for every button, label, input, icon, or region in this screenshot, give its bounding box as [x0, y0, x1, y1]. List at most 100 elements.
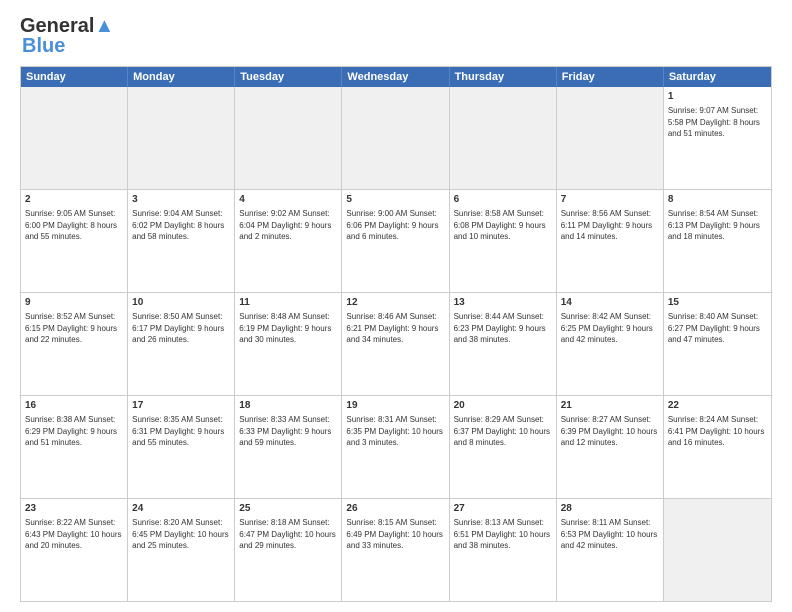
day-info: Sunrise: 8:15 AM Sunset: 6:49 PM Dayligh… — [346, 517, 444, 552]
day-number: 12 — [346, 296, 444, 310]
day-info: Sunrise: 8:38 AM Sunset: 6:29 PM Dayligh… — [25, 414, 123, 449]
calendar-row: 23Sunrise: 8:22 AM Sunset: 6:43 PM Dayli… — [21, 498, 771, 601]
day-info: Sunrise: 8:27 AM Sunset: 6:39 PM Dayligh… — [561, 414, 659, 449]
cal-header-day: Friday — [557, 67, 664, 87]
calendar-cell: 11Sunrise: 8:48 AM Sunset: 6:19 PM Dayli… — [235, 293, 342, 395]
cal-header-day: Saturday — [664, 67, 771, 87]
calendar-cell: 10Sunrise: 8:50 AM Sunset: 6:17 PM Dayli… — [128, 293, 235, 395]
calendar-cell: 17Sunrise: 8:35 AM Sunset: 6:31 PM Dayli… — [128, 396, 235, 498]
day-number: 11 — [239, 296, 337, 310]
calendar-cell: 20Sunrise: 8:29 AM Sunset: 6:37 PM Dayli… — [450, 396, 557, 498]
day-info: Sunrise: 8:11 AM Sunset: 6:53 PM Dayligh… — [561, 517, 659, 552]
day-number: 7 — [561, 193, 659, 207]
day-info: Sunrise: 8:29 AM Sunset: 6:37 PM Dayligh… — [454, 414, 552, 449]
cal-header-day: Sunday — [21, 67, 128, 87]
calendar-row: 9Sunrise: 8:52 AM Sunset: 6:15 PM Daylig… — [21, 292, 771, 395]
calendar: SundayMondayTuesdayWednesdayThursdayFrid… — [20, 66, 772, 602]
calendar-row: 16Sunrise: 8:38 AM Sunset: 6:29 PM Dayli… — [21, 395, 771, 498]
calendar-header: SundayMondayTuesdayWednesdayThursdayFrid… — [21, 67, 771, 87]
logo-blue: Blue — [22, 36, 65, 56]
header: General▲ Blue — [20, 16, 772, 56]
calendar-cell: 15Sunrise: 8:40 AM Sunset: 6:27 PM Dayli… — [664, 293, 771, 395]
day-info: Sunrise: 8:54 AM Sunset: 6:13 PM Dayligh… — [668, 208, 767, 243]
calendar-cell — [21, 87, 128, 189]
day-info: Sunrise: 8:24 AM Sunset: 6:41 PM Dayligh… — [668, 414, 767, 449]
calendar-cell: 19Sunrise: 8:31 AM Sunset: 6:35 PM Dayli… — [342, 396, 449, 498]
day-number: 4 — [239, 193, 337, 207]
calendar-cell: 8Sunrise: 8:54 AM Sunset: 6:13 PM Daylig… — [664, 190, 771, 292]
cal-header-day: Tuesday — [235, 67, 342, 87]
calendar-cell: 26Sunrise: 8:15 AM Sunset: 6:49 PM Dayli… — [342, 499, 449, 601]
day-info: Sunrise: 9:05 AM Sunset: 6:00 PM Dayligh… — [25, 208, 123, 243]
calendar-body: 1Sunrise: 9:07 AM Sunset: 5:58 PM Daylig… — [21, 87, 771, 601]
calendar-cell — [128, 87, 235, 189]
day-number: 21 — [561, 399, 659, 413]
day-number: 19 — [346, 399, 444, 413]
calendar-cell: 14Sunrise: 8:42 AM Sunset: 6:25 PM Dayli… — [557, 293, 664, 395]
day-info: Sunrise: 8:46 AM Sunset: 6:21 PM Dayligh… — [346, 311, 444, 346]
logo-general: General▲ — [20, 16, 114, 36]
day-number: 28 — [561, 502, 659, 516]
calendar-cell: 6Sunrise: 8:58 AM Sunset: 6:08 PM Daylig… — [450, 190, 557, 292]
calendar-cell: 18Sunrise: 8:33 AM Sunset: 6:33 PM Dayli… — [235, 396, 342, 498]
day-number: 20 — [454, 399, 552, 413]
day-info: Sunrise: 8:42 AM Sunset: 6:25 PM Dayligh… — [561, 311, 659, 346]
calendar-cell: 21Sunrise: 8:27 AM Sunset: 6:39 PM Dayli… — [557, 396, 664, 498]
day-number: 16 — [25, 399, 123, 413]
calendar-cell: 16Sunrise: 8:38 AM Sunset: 6:29 PM Dayli… — [21, 396, 128, 498]
calendar-row: 2Sunrise: 9:05 AM Sunset: 6:00 PM Daylig… — [21, 189, 771, 292]
day-info: Sunrise: 8:20 AM Sunset: 6:45 PM Dayligh… — [132, 517, 230, 552]
day-info: Sunrise: 8:18 AM Sunset: 6:47 PM Dayligh… — [239, 517, 337, 552]
day-info: Sunrise: 8:31 AM Sunset: 6:35 PM Dayligh… — [346, 414, 444, 449]
calendar-cell: 5Sunrise: 9:00 AM Sunset: 6:06 PM Daylig… — [342, 190, 449, 292]
day-number: 15 — [668, 296, 767, 310]
day-info: Sunrise: 8:44 AM Sunset: 6:23 PM Dayligh… — [454, 311, 552, 346]
calendar-cell: 28Sunrise: 8:11 AM Sunset: 6:53 PM Dayli… — [557, 499, 664, 601]
day-info: Sunrise: 8:48 AM Sunset: 6:19 PM Dayligh… — [239, 311, 337, 346]
day-info: Sunrise: 8:22 AM Sunset: 6:43 PM Dayligh… — [25, 517, 123, 552]
calendar-cell: 27Sunrise: 8:13 AM Sunset: 6:51 PM Dayli… — [450, 499, 557, 601]
day-number: 17 — [132, 399, 230, 413]
day-number: 27 — [454, 502, 552, 516]
day-info: Sunrise: 8:58 AM Sunset: 6:08 PM Dayligh… — [454, 208, 552, 243]
day-info: Sunrise: 8:40 AM Sunset: 6:27 PM Dayligh… — [668, 311, 767, 346]
calendar-cell: 4Sunrise: 9:02 AM Sunset: 6:04 PM Daylig… — [235, 190, 342, 292]
calendar-cell: 9Sunrise: 8:52 AM Sunset: 6:15 PM Daylig… — [21, 293, 128, 395]
calendar-row: 1Sunrise: 9:07 AM Sunset: 5:58 PM Daylig… — [21, 87, 771, 189]
page: General▲ Blue SundayMondayTuesdayWednesd… — [0, 0, 792, 612]
day-number: 9 — [25, 296, 123, 310]
calendar-cell: 23Sunrise: 8:22 AM Sunset: 6:43 PM Dayli… — [21, 499, 128, 601]
day-number: 26 — [346, 502, 444, 516]
calendar-cell — [235, 87, 342, 189]
day-info: Sunrise: 9:07 AM Sunset: 5:58 PM Dayligh… — [668, 105, 767, 140]
calendar-cell — [450, 87, 557, 189]
day-number: 3 — [132, 193, 230, 207]
day-number: 14 — [561, 296, 659, 310]
day-number: 8 — [668, 193, 767, 207]
calendar-cell — [664, 499, 771, 601]
day-info: Sunrise: 8:52 AM Sunset: 6:15 PM Dayligh… — [25, 311, 123, 346]
logo: General▲ Blue — [20, 16, 114, 56]
day-number: 24 — [132, 502, 230, 516]
cal-header-day: Monday — [128, 67, 235, 87]
day-info: Sunrise: 8:50 AM Sunset: 6:17 PM Dayligh… — [132, 311, 230, 346]
day-info: Sunrise: 9:00 AM Sunset: 6:06 PM Dayligh… — [346, 208, 444, 243]
calendar-cell — [342, 87, 449, 189]
day-number: 6 — [454, 193, 552, 207]
calendar-cell: 22Sunrise: 8:24 AM Sunset: 6:41 PM Dayli… — [664, 396, 771, 498]
cal-header-day: Thursday — [450, 67, 557, 87]
day-number: 13 — [454, 296, 552, 310]
day-number: 5 — [346, 193, 444, 207]
day-number: 25 — [239, 502, 337, 516]
day-number: 2 — [25, 193, 123, 207]
cal-header-day: Wednesday — [342, 67, 449, 87]
calendar-cell: 25Sunrise: 8:18 AM Sunset: 6:47 PM Dayli… — [235, 499, 342, 601]
day-info: Sunrise: 8:35 AM Sunset: 6:31 PM Dayligh… — [132, 414, 230, 449]
day-number: 22 — [668, 399, 767, 413]
day-info: Sunrise: 8:33 AM Sunset: 6:33 PM Dayligh… — [239, 414, 337, 449]
calendar-cell: 1Sunrise: 9:07 AM Sunset: 5:58 PM Daylig… — [664, 87, 771, 189]
calendar-cell: 12Sunrise: 8:46 AM Sunset: 6:21 PM Dayli… — [342, 293, 449, 395]
day-number: 18 — [239, 399, 337, 413]
day-info: Sunrise: 9:02 AM Sunset: 6:04 PM Dayligh… — [239, 208, 337, 243]
calendar-cell: 2Sunrise: 9:05 AM Sunset: 6:00 PM Daylig… — [21, 190, 128, 292]
